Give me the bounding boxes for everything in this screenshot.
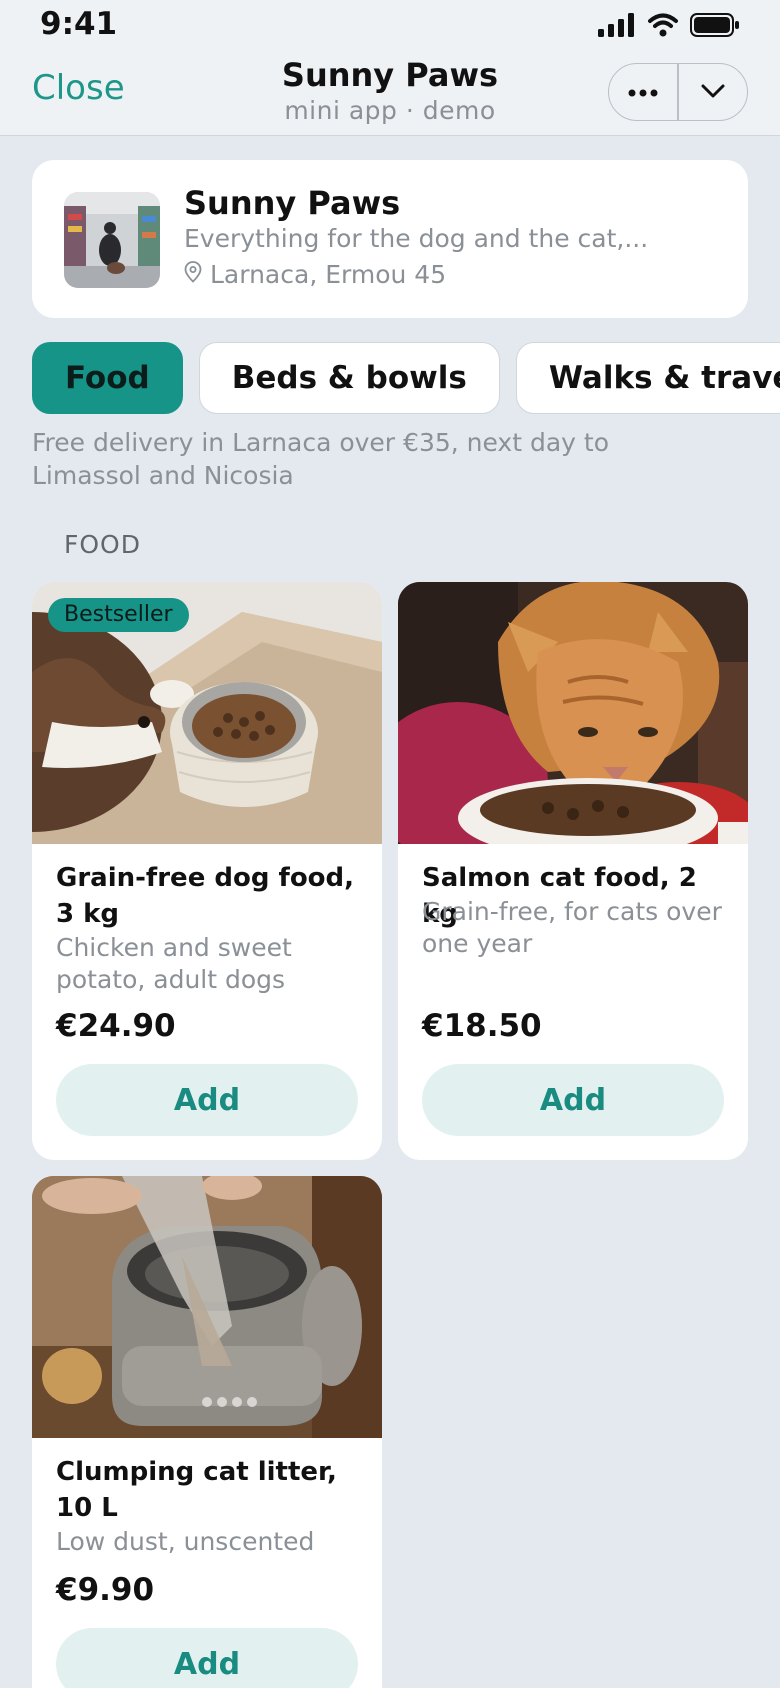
add-button[interactable]: Add <box>422 1064 724 1136</box>
shop-description: Everything for the dog and the cat,... <box>184 224 649 253</box>
tab-beds-bowls[interactable]: Beds & bowls <box>198 342 500 414</box>
product-title: Grain-free dog food, 3 kg <box>56 863 355 929</box>
status-time: 9:41 <box>40 6 118 42</box>
product-description: Low dust, unscented <box>56 1527 315 1556</box>
product-image: Bestseller <box>32 582 382 844</box>
product-price: €18.50 <box>422 1008 542 1044</box>
wifi-icon <box>648 13 678 41</box>
shop-thumbnail <box>64 192 160 288</box>
mini-app-capsule <box>608 63 748 121</box>
add-button[interactable]: Add <box>56 1064 358 1136</box>
product-card[interactable]: Salmon cat food, 2 kg Grain-free, for ca… <box>398 582 748 1160</box>
tab-walks-travel[interactable]: Walks & travel <box>515 342 780 414</box>
signal-icon <box>598 13 636 41</box>
product-card[interactable]: Bestseller Grain-free dog food, 3 kg Chi… <box>32 582 382 1160</box>
product-description: Chicken and sweet potato, adult dogs <box>56 933 292 994</box>
product-price: €24.90 <box>56 1008 176 1044</box>
product-price: €9.90 <box>56 1572 155 1608</box>
shop-location: Larnaca, Ermou 45 <box>184 260 446 289</box>
product-card[interactable]: Clumping cat litter, 10 L Low dust, unsc… <box>32 1176 382 1688</box>
shop-name: Sunny Paws <box>184 184 401 222</box>
location-pin-icon <box>184 260 202 289</box>
more-button[interactable] <box>609 64 677 120</box>
minimize-button[interactable] <box>679 64 747 120</box>
bestseller-badge: Bestseller <box>48 598 189 632</box>
delivery-note: Free delivery in Larnaca over €35, next … <box>32 428 610 490</box>
battery-icon <box>690 12 740 42</box>
section-label: FOOD <box>64 530 141 559</box>
top-bar: 9:41 Close Sunny Paws mini app · demo <box>0 0 780 136</box>
product-image <box>32 1176 382 1438</box>
product-title: Clumping cat litter, 10 L <box>56 1457 337 1523</box>
more-icon <box>628 85 658 100</box>
product-description: Grain-free, for cats over one year <box>422 897 722 958</box>
shop-card[interactable]: Sunny Paws Everything for the dog and th… <box>32 160 748 318</box>
add-button[interactable]: Add <box>56 1628 358 1688</box>
shop-location-text: Larnaca, Ermou 45 <box>210 260 447 289</box>
tab-food[interactable]: Food <box>32 342 183 414</box>
chevron-down-icon <box>700 83 726 102</box>
product-image <box>398 582 748 844</box>
status-icons <box>598 12 740 42</box>
category-tabs: Food Beds & bowls Walks & travel <box>32 342 780 414</box>
